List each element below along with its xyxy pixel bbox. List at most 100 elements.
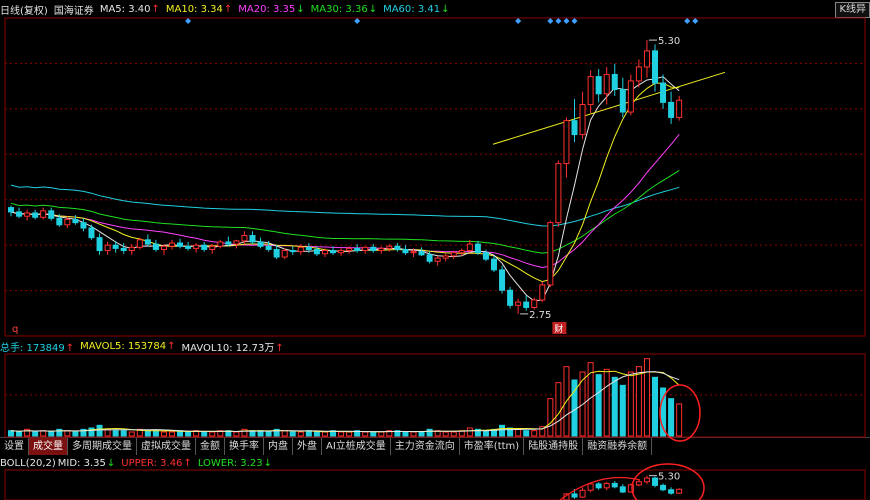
candle-body (603, 73, 610, 95)
volume-bar (209, 431, 216, 437)
candle-body (354, 247, 361, 252)
candle-body (523, 301, 530, 308)
volume-bar (32, 431, 39, 437)
event-diamond-icon (515, 18, 522, 24)
candle-body (402, 248, 409, 254)
caibao-text: 财 (554, 323, 563, 335)
mavol10-line (10, 371, 680, 433)
volume-bar (442, 431, 449, 437)
boll-candle-body (652, 477, 658, 486)
candle-body (233, 240, 240, 245)
boll-panel-border (4, 469, 866, 500)
candle-body (8, 207, 14, 213)
candle-body (152, 243, 159, 250)
candle-body (209, 245, 216, 250)
boll-candle-body (579, 489, 586, 498)
candle-body (321, 250, 328, 255)
candle-body (48, 210, 55, 219)
ma30-line (10, 169, 680, 254)
candle-body (104, 244, 111, 252)
volume-bar (668, 398, 675, 437)
candle-body (249, 235, 256, 243)
candle-body (201, 244, 208, 250)
candle-body (386, 245, 393, 249)
volume-bar (676, 403, 683, 437)
volume-bar (265, 431, 272, 437)
candle-body (418, 251, 425, 256)
candle-body (330, 250, 336, 254)
volume-bar (410, 431, 417, 437)
candle-body (515, 301, 522, 306)
candle-body (169, 242, 175, 247)
volume-bar (152, 430, 159, 437)
volume-bar (627, 371, 634, 437)
candle-body (120, 247, 127, 252)
volume-bar (185, 431, 192, 437)
volume-bar (426, 428, 433, 437)
volume-bar (201, 431, 208, 437)
volume-bar (378, 431, 385, 437)
candle-body (531, 299, 538, 308)
candle-body (434, 257, 441, 262)
candle-body (136, 239, 143, 248)
candle-body (394, 245, 401, 250)
volume-bar (531, 430, 538, 437)
candle-body (507, 289, 514, 306)
candle-body (273, 248, 280, 258)
volume-bar (281, 430, 288, 437)
event-diamond-icon (547, 18, 554, 24)
candle-body (346, 247, 353, 252)
candle-body (193, 244, 200, 249)
candle-body (547, 222, 554, 286)
boll-candle-body (619, 486, 626, 493)
candle-body (627, 80, 634, 113)
candle-body (185, 245, 192, 249)
boll-candle-body (676, 488, 683, 494)
ma5-line (10, 76, 680, 302)
candle-body (96, 237, 103, 252)
candle-body (56, 217, 63, 226)
candle-body (72, 218, 79, 224)
volume-bar (515, 428, 522, 437)
candle-body (80, 222, 87, 229)
candle-body (611, 73, 618, 90)
volume-bar (120, 430, 127, 437)
event-diamond-icon (571, 18, 578, 24)
candle-body (281, 250, 288, 258)
candle-body (257, 241, 264, 247)
candle-body (32, 212, 39, 218)
volume-bar (96, 424, 103, 437)
candle-body (217, 241, 224, 247)
candle-body (579, 104, 586, 136)
volume-bar (169, 431, 175, 437)
q-marker: q (12, 324, 18, 335)
volume-bar (418, 431, 425, 437)
volume-bar (241, 428, 248, 437)
price-chart-svg[interactable]: 5.30 2.75 q 财 5.30 (0, 0, 870, 500)
candle-body (370, 246, 377, 252)
candle-body (64, 218, 71, 226)
candle-body (668, 101, 675, 118)
volume-bar (652, 376, 658, 437)
volume-bar (112, 430, 119, 437)
volume-bar (88, 427, 95, 437)
candle-body (474, 243, 481, 254)
event-diamond-icon (563, 18, 570, 24)
candle-body (410, 251, 417, 254)
event-diamond-icon (692, 18, 699, 24)
volume-bar (16, 431, 23, 437)
candle-body (619, 88, 626, 113)
boll-candle-body (643, 477, 650, 483)
high-price-label: 5.30 (658, 36, 680, 47)
volume-bar (144, 430, 151, 437)
boll-candle-body (668, 489, 675, 494)
candle-body (643, 50, 650, 68)
candle-body (676, 99, 683, 118)
boll-candle-body (587, 483, 594, 491)
candle-body (362, 246, 369, 252)
candle-body (313, 248, 320, 255)
volume-bar (643, 358, 650, 437)
event-diamond-icon (555, 18, 562, 24)
candle-body (144, 239, 151, 245)
ma10-line (10, 82, 680, 283)
